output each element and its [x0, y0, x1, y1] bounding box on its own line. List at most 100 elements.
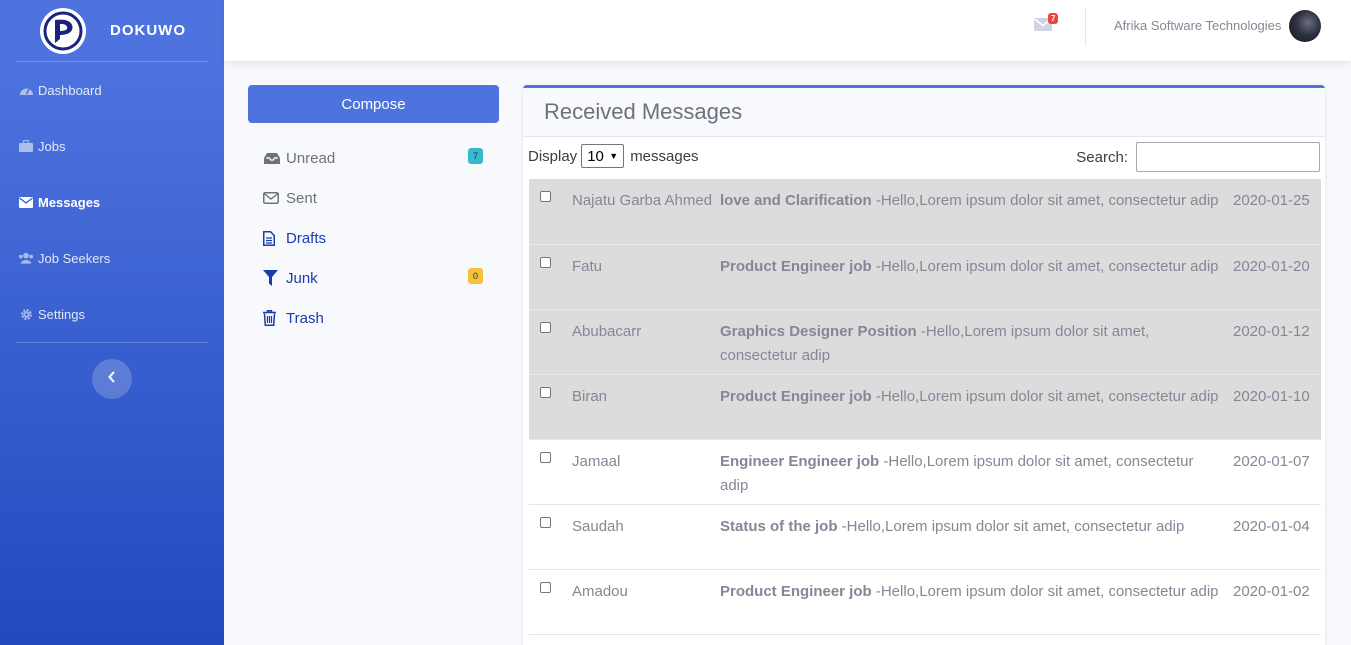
- row-select-cell: [529, 504, 572, 569]
- sidebar-item-messages[interactable]: Messages: [0, 174, 224, 230]
- brand-logo-icon: [40, 7, 86, 54]
- message-preview: -Hello,Lorem ipsum dolor sit amet, conse…: [875, 387, 1219, 405]
- row-select-cell: [529, 244, 572, 309]
- dashboard-icon: [18, 83, 34, 97]
- sender-name: Amadou: [572, 582, 628, 600]
- user-name[interactable]: Afrika Software Technologies: [1114, 18, 1281, 33]
- row-checkbox[interactable]: [540, 256, 551, 268]
- briefcase-icon: [18, 139, 34, 153]
- sender-name: Jamaal: [572, 452, 621, 470]
- filter-icon: [263, 270, 283, 286]
- table-row[interactable]: Fatu Product Engineer job -Hello,Lorem ip…: [529, 244, 1321, 309]
- chevron-left-icon: [108, 370, 116, 388]
- envelope-icon: [18, 195, 34, 209]
- sidebar-item-label: Dashboard: [38, 82, 102, 98]
- message-summary[interactable]: Engineer Engineer job -Hello,Lorem ipsum…: [720, 439, 1233, 504]
- message-date: 2020-01-10: [1233, 387, 1310, 405]
- message-subject: Engineer Engineer job: [720, 452, 880, 470]
- message-subject: Status of the job: [720, 517, 838, 535]
- row-checkbox[interactable]: [540, 581, 551, 593]
- mail-count-badge: 7: [1048, 13, 1059, 24]
- folder-label: Sent: [286, 189, 317, 207]
- sidebar-item-job-seekers[interactable]: Job Seekers: [0, 230, 224, 286]
- sender-name: Saudah: [572, 517, 624, 535]
- message-summary[interactable]: love and Clarification -Hello,Lorem ipsu…: [720, 179, 1233, 244]
- search-label: Search:: [1076, 148, 1128, 166]
- compose-button[interactable]: Compose: [248, 85, 499, 123]
- row-checkbox[interactable]: [540, 386, 551, 398]
- display-suffix: messages: [630, 147, 699, 165]
- folder-sent[interactable]: Sent: [263, 186, 485, 210]
- sidebar-divider: [16, 342, 208, 343]
- dropdown-arrow-icon: ▼: [609, 151, 619, 161]
- row-checkbox[interactable]: [540, 451, 551, 463]
- card-header: Received Messages: [523, 88, 1325, 137]
- search-control: Search:: [1076, 142, 1320, 172]
- row-checkbox[interactable]: [540, 516, 551, 528]
- message-date: 2020-01-04: [1233, 517, 1310, 535]
- file-icon: [263, 230, 283, 246]
- message-preview: -Hello,Lorem ipsum dolor sit amet, conse…: [875, 257, 1219, 275]
- sidebar-item-settings[interactable]: Settings: [0, 286, 224, 342]
- sender-name: Fatu: [572, 257, 603, 275]
- folder-label: Unread: [286, 149, 336, 167]
- sidebar-item-label: Job Seekers: [38, 250, 111, 266]
- envelope-outline-icon: [263, 192, 283, 204]
- table-row[interactable]: Saudah Status of the job -Hello,Lorem ips…: [529, 504, 1321, 569]
- message-preview: -Hello,Lorem ipsum dolor sit amet, conse…: [875, 192, 1219, 209]
- folder-label: Junk: [286, 269, 318, 287]
- message-summary[interactable]: Product Engineer job -Hello,Lorem ipsum …: [720, 569, 1233, 634]
- sidebar-item-label: Messages: [38, 194, 101, 210]
- message-subject: Product Engineer job: [720, 257, 872, 275]
- table-row[interactable]: Amadou Product Engineer job -Hello,Lorem …: [529, 569, 1321, 634]
- sidebar-toggle-button[interactable]: [92, 359, 132, 399]
- row-checkbox[interactable]: [540, 321, 551, 333]
- folder-label: Trash: [286, 309, 324, 327]
- message-subject: Product Engineer job: [720, 387, 872, 405]
- message-preview: -Hello,Lorem ipsum dolor sit amet, conse…: [875, 582, 1219, 600]
- sidebar-item-dashboard[interactable]: Dashboard: [0, 62, 224, 118]
- folder-junk[interactable]: Junk 0: [263, 266, 485, 290]
- sender-name: Biran: [572, 387, 608, 405]
- row-select-cell: [529, 309, 572, 374]
- sidebar-item-label: Settings: [38, 306, 85, 322]
- table-row[interactable]: Najatu Garba Ahmed love and Clarification…: [529, 179, 1321, 244]
- row-checkbox[interactable]: [540, 191, 551, 202]
- inbox-icon: [263, 152, 283, 165]
- display-count-select[interactable]: 10 ▼: [581, 144, 625, 168]
- row-select-cell: [529, 569, 572, 634]
- trash-icon: [263, 310, 283, 326]
- message-date: 2020-01-02: [1233, 582, 1310, 600]
- message-subject: love and Clarification: [720, 192, 872, 209]
- table-row[interactable]: Jamaal Engineer Engineer job -Hello,Lorem…: [529, 439, 1321, 504]
- row-select-cell: [529, 179, 572, 244]
- unread-count-badge: 7: [467, 148, 483, 164]
- gear-icon: [18, 307, 34, 321]
- brand[interactable]: DOKUWO: [0, 0, 224, 61]
- search-input[interactable]: [1136, 142, 1320, 172]
- brand-name: DOKUWO: [110, 22, 186, 39]
- message-summary[interactable]: Product Engineer job -Hello,Lorem ipsum …: [720, 244, 1233, 309]
- message-summary[interactable]: Graphics Designer Position -Hello,Lorem …: [720, 309, 1233, 374]
- table-row[interactable]: Biran Product Engineer job -Hello,Lorem i…: [529, 374, 1321, 439]
- sidebar-item-jobs[interactable]: Jobs: [0, 118, 224, 174]
- message-subject: Product Engineer job: [720, 582, 872, 600]
- folder-drafts[interactable]: Drafts: [263, 226, 485, 250]
- topbar: 7 Afrika Software Technologies: [224, 0, 1351, 61]
- row-select-cell: [529, 439, 572, 504]
- avatar[interactable]: [1289, 10, 1321, 42]
- folder-unread[interactable]: Unread 7: [263, 146, 485, 170]
- topbar-divider: [1085, 8, 1086, 46]
- message-summary[interactable]: Product Engineer job -Hello,Lorem ipsum …: [720, 374, 1233, 439]
- folder-trash[interactable]: Trash: [263, 306, 485, 330]
- display-length-control: Display 10 ▼ messages: [528, 144, 699, 168]
- sender-name: Abubacarr: [572, 322, 642, 340]
- display-label: Display: [528, 147, 578, 165]
- table-row[interactable]: Abubacarr Graphics Designer Position -Hel…: [529, 309, 1321, 374]
- message-date: 2020-01-07: [1233, 452, 1310, 470]
- message-date: 2020-01-20: [1233, 257, 1310, 275]
- sender-name: Najatu Garba Ahmed: [572, 192, 713, 209]
- table-controls: Display 10 ▼ messages Search:: [523, 137, 1325, 179]
- message-summary[interactable]: Status of the job -Hello,Lorem ipsum dol…: [720, 504, 1233, 569]
- message-date: 2020-01-25: [1233, 192, 1310, 209]
